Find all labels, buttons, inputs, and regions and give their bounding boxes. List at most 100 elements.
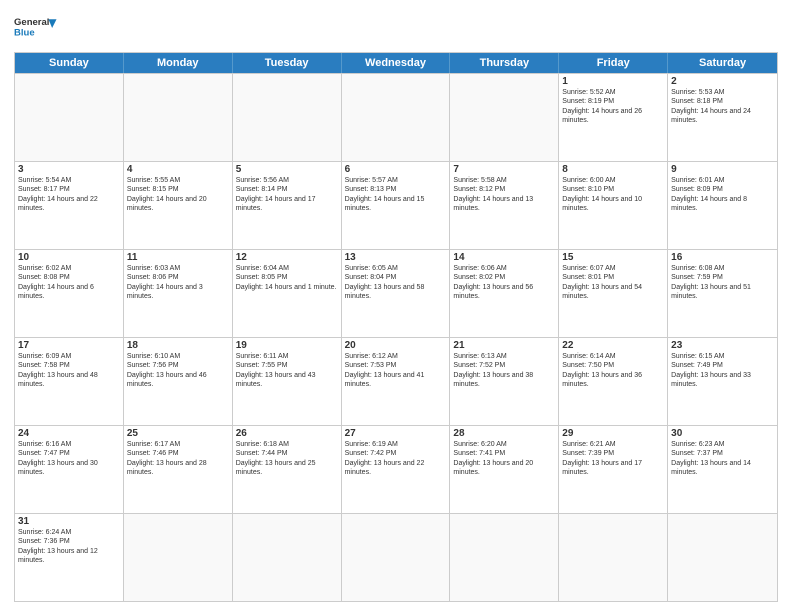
day-info: Sunrise: 5:56 AM Sunset: 8:14 PM Dayligh… — [236, 176, 338, 214]
calendar-cell: 1Sunrise: 5:52 AM Sunset: 8:19 PM Daylig… — [559, 74, 668, 161]
calendar-row-1: 3Sunrise: 5:54 AM Sunset: 8:17 PM Daylig… — [15, 161, 777, 249]
day-number: 28 — [453, 428, 555, 439]
calendar-cell: 17Sunrise: 6:09 AM Sunset: 7:58 PM Dayli… — [15, 338, 124, 425]
calendar-cell — [124, 514, 233, 601]
calendar-header: SundayMondayTuesdayWednesdayThursdayFrid… — [15, 53, 777, 73]
calendar-cell — [124, 74, 233, 161]
day-number: 4 — [127, 164, 229, 175]
calendar-cell: 19Sunrise: 6:11 AM Sunset: 7:55 PM Dayli… — [233, 338, 342, 425]
calendar-cell: 24Sunrise: 6:16 AM Sunset: 7:47 PM Dayli… — [15, 426, 124, 513]
calendar-cell: 2Sunrise: 5:53 AM Sunset: 8:18 PM Daylig… — [668, 74, 777, 161]
day-info: Sunrise: 6:09 AM Sunset: 7:58 PM Dayligh… — [18, 352, 120, 390]
day-info: Sunrise: 6:04 AM Sunset: 8:05 PM Dayligh… — [236, 264, 338, 292]
day-number: 31 — [18, 516, 120, 527]
day-number: 21 — [453, 340, 555, 351]
weekday-header-wednesday: Wednesday — [342, 53, 451, 73]
day-info: Sunrise: 6:00 AM Sunset: 8:10 PM Dayligh… — [562, 176, 664, 214]
calendar-cell: 22Sunrise: 6:14 AM Sunset: 7:50 PM Dayli… — [559, 338, 668, 425]
day-info: Sunrise: 6:03 AM Sunset: 8:06 PM Dayligh… — [127, 264, 229, 302]
day-number: 12 — [236, 252, 338, 263]
calendar-cell: 9Sunrise: 6:01 AM Sunset: 8:09 PM Daylig… — [668, 162, 777, 249]
day-number: 19 — [236, 340, 338, 351]
page: General Blue SundayMondayTuesdayWednesda… — [0, 0, 792, 612]
day-number: 27 — [345, 428, 447, 439]
day-number: 10 — [18, 252, 120, 263]
calendar-row-4: 24Sunrise: 6:16 AM Sunset: 7:47 PM Dayli… — [15, 425, 777, 513]
day-info: Sunrise: 5:55 AM Sunset: 8:15 PM Dayligh… — [127, 176, 229, 214]
weekday-header-thursday: Thursday — [450, 53, 559, 73]
day-info: Sunrise: 5:53 AM Sunset: 8:18 PM Dayligh… — [671, 88, 774, 126]
day-info: Sunrise: 6:05 AM Sunset: 8:04 PM Dayligh… — [345, 264, 447, 302]
day-number: 20 — [345, 340, 447, 351]
day-info: Sunrise: 6:12 AM Sunset: 7:53 PM Dayligh… — [345, 352, 447, 390]
day-info: Sunrise: 6:13 AM Sunset: 7:52 PM Dayligh… — [453, 352, 555, 390]
day-info: Sunrise: 6:01 AM Sunset: 8:09 PM Dayligh… — [671, 176, 774, 214]
calendar-cell: 26Sunrise: 6:18 AM Sunset: 7:44 PM Dayli… — [233, 426, 342, 513]
calendar-row-2: 10Sunrise: 6:02 AM Sunset: 8:08 PM Dayli… — [15, 249, 777, 337]
day-info: Sunrise: 6:14 AM Sunset: 7:50 PM Dayligh… — [562, 352, 664, 390]
day-number: 6 — [345, 164, 447, 175]
day-number: 15 — [562, 252, 664, 263]
day-info: Sunrise: 6:23 AM Sunset: 7:37 PM Dayligh… — [671, 440, 774, 478]
day-info: Sunrise: 5:58 AM Sunset: 8:12 PM Dayligh… — [453, 176, 555, 214]
svg-text:Blue: Blue — [14, 27, 35, 38]
calendar-cell: 18Sunrise: 6:10 AM Sunset: 7:56 PM Dayli… — [124, 338, 233, 425]
day-number: 1 — [562, 76, 664, 87]
day-number: 9 — [671, 164, 774, 175]
day-number: 22 — [562, 340, 664, 351]
calendar-cell — [668, 514, 777, 601]
calendar-cell: 16Sunrise: 6:08 AM Sunset: 7:59 PM Dayli… — [668, 250, 777, 337]
calendar-cell: 4Sunrise: 5:55 AM Sunset: 8:15 PM Daylig… — [124, 162, 233, 249]
calendar-row-3: 17Sunrise: 6:09 AM Sunset: 7:58 PM Dayli… — [15, 337, 777, 425]
day-info: Sunrise: 6:20 AM Sunset: 7:41 PM Dayligh… — [453, 440, 555, 478]
calendar: SundayMondayTuesdayWednesdayThursdayFrid… — [14, 52, 778, 602]
calendar-cell — [233, 74, 342, 161]
day-number: 17 — [18, 340, 120, 351]
day-number: 25 — [127, 428, 229, 439]
calendar-body: 1Sunrise: 5:52 AM Sunset: 8:19 PM Daylig… — [15, 73, 777, 601]
day-info: Sunrise: 6:06 AM Sunset: 8:02 PM Dayligh… — [453, 264, 555, 302]
day-number: 24 — [18, 428, 120, 439]
calendar-cell: 28Sunrise: 6:20 AM Sunset: 7:41 PM Dayli… — [450, 426, 559, 513]
calendar-cell: 25Sunrise: 6:17 AM Sunset: 7:46 PM Dayli… — [124, 426, 233, 513]
day-number: 16 — [671, 252, 774, 263]
day-number: 26 — [236, 428, 338, 439]
day-info: Sunrise: 6:21 AM Sunset: 7:39 PM Dayligh… — [562, 440, 664, 478]
logo-icon: General Blue — [14, 12, 58, 44]
calendar-cell: 14Sunrise: 6:06 AM Sunset: 8:02 PM Dayli… — [450, 250, 559, 337]
day-info: Sunrise: 6:24 AM Sunset: 7:36 PM Dayligh… — [18, 528, 120, 566]
weekday-header-tuesday: Tuesday — [233, 53, 342, 73]
day-info: Sunrise: 6:02 AM Sunset: 8:08 PM Dayligh… — [18, 264, 120, 302]
day-number: 11 — [127, 252, 229, 263]
weekday-header-friday: Friday — [559, 53, 668, 73]
day-info: Sunrise: 6:08 AM Sunset: 7:59 PM Dayligh… — [671, 264, 774, 302]
calendar-cell: 27Sunrise: 6:19 AM Sunset: 7:42 PM Dayli… — [342, 426, 451, 513]
weekday-header-saturday: Saturday — [668, 53, 777, 73]
day-number: 29 — [562, 428, 664, 439]
calendar-cell — [342, 514, 451, 601]
day-number: 8 — [562, 164, 664, 175]
calendar-cell — [450, 74, 559, 161]
calendar-cell — [559, 514, 668, 601]
header: General Blue — [14, 12, 778, 44]
day-number: 18 — [127, 340, 229, 351]
day-info: Sunrise: 6:18 AM Sunset: 7:44 PM Dayligh… — [236, 440, 338, 478]
calendar-cell: 21Sunrise: 6:13 AM Sunset: 7:52 PM Dayli… — [450, 338, 559, 425]
day-number: 3 — [18, 164, 120, 175]
day-number: 30 — [671, 428, 774, 439]
calendar-cell: 15Sunrise: 6:07 AM Sunset: 8:01 PM Dayli… — [559, 250, 668, 337]
day-info: Sunrise: 5:52 AM Sunset: 8:19 PM Dayligh… — [562, 88, 664, 126]
day-info: Sunrise: 5:54 AM Sunset: 8:17 PM Dayligh… — [18, 176, 120, 214]
calendar-cell: 20Sunrise: 6:12 AM Sunset: 7:53 PM Dayli… — [342, 338, 451, 425]
calendar-cell: 13Sunrise: 6:05 AM Sunset: 8:04 PM Dayli… — [342, 250, 451, 337]
calendar-row-5: 31Sunrise: 6:24 AM Sunset: 7:36 PM Dayli… — [15, 513, 777, 601]
day-number: 2 — [671, 76, 774, 87]
day-info: Sunrise: 6:10 AM Sunset: 7:56 PM Dayligh… — [127, 352, 229, 390]
calendar-cell — [233, 514, 342, 601]
calendar-cell: 31Sunrise: 6:24 AM Sunset: 7:36 PM Dayli… — [15, 514, 124, 601]
day-info: Sunrise: 6:19 AM Sunset: 7:42 PM Dayligh… — [345, 440, 447, 478]
calendar-cell: 29Sunrise: 6:21 AM Sunset: 7:39 PM Dayli… — [559, 426, 668, 513]
calendar-cell: 3Sunrise: 5:54 AM Sunset: 8:17 PM Daylig… — [15, 162, 124, 249]
day-number: 23 — [671, 340, 774, 351]
calendar-cell: 10Sunrise: 6:02 AM Sunset: 8:08 PM Dayli… — [15, 250, 124, 337]
